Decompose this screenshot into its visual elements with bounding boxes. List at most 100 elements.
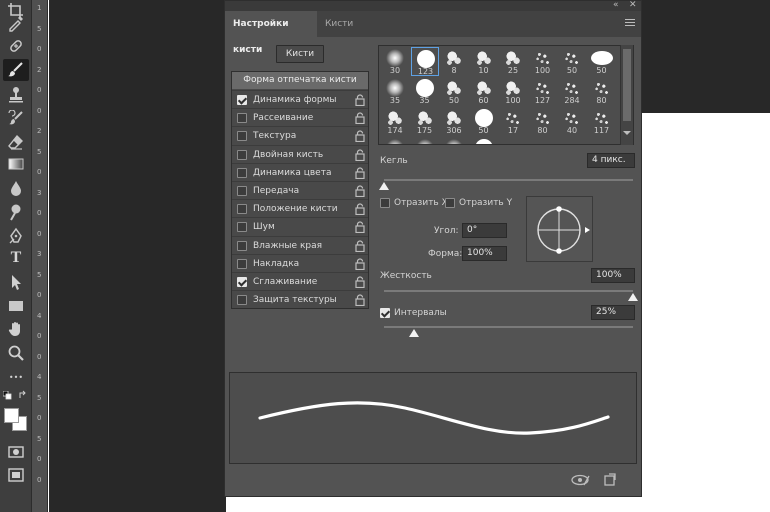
preset-grid-scrollbar[interactable] bbox=[620, 45, 633, 145]
brush-option-row[interactable]: Влажные края bbox=[232, 235, 368, 254]
brush-option-checkbox[interactable] bbox=[237, 277, 247, 287]
pen-icon[interactable] bbox=[3, 225, 29, 247]
preset-grid-scroll-thumb[interactable] bbox=[623, 49, 631, 121]
brush-preset[interactable]: 174 bbox=[381, 107, 409, 136]
history-brush-icon[interactable] bbox=[3, 108, 29, 130]
lock-icon[interactable] bbox=[355, 221, 365, 234]
brush-preset[interactable]: 8 bbox=[440, 47, 468, 76]
hardness-slider-track[interactable] bbox=[384, 290, 633, 292]
spacing-field[interactable]: 25% bbox=[591, 305, 635, 320]
swap-arrow-icon[interactable] bbox=[18, 390, 28, 400]
brush-option-checkbox[interactable] bbox=[237, 295, 247, 306]
brush-preset[interactable]: 40 bbox=[558, 107, 586, 136]
brush-preset[interactable]: 306 bbox=[440, 107, 468, 136]
lock-icon[interactable] bbox=[355, 294, 365, 307]
brush-preset[interactable]: 17 bbox=[499, 107, 527, 136]
brushes-button[interactable]: Кисти bbox=[276, 45, 324, 63]
brush-tip-shape-header[interactable]: Форма отпечатка кисти bbox=[232, 72, 368, 89]
lock-icon[interactable] bbox=[355, 276, 365, 288]
brush-option-checkbox[interactable] bbox=[237, 167, 247, 178]
zoom-icon[interactable] bbox=[3, 342, 29, 364]
brush-option-row[interactable]: Накладка bbox=[232, 253, 368, 272]
angle-roundness-widget[interactable] bbox=[526, 196, 593, 262]
brush-preset[interactable]: 50 bbox=[588, 47, 616, 76]
size-slider-knob[interactable] bbox=[379, 182, 389, 190]
foreground-color-swatch[interactable] bbox=[4, 408, 19, 423]
quick-mask-icon[interactable] bbox=[3, 441, 29, 463]
brush-option-checkbox[interactable] bbox=[237, 258, 247, 269]
brush-preset[interactable]: 50 bbox=[440, 77, 468, 106]
brush-preset[interactable]: 25 bbox=[499, 47, 527, 76]
screen-mode-icon[interactable] bbox=[3, 464, 29, 486]
lock-icon[interactable] bbox=[355, 149, 365, 161]
brush-preset[interactable]: 30 bbox=[381, 47, 409, 76]
brush-preset[interactable] bbox=[440, 137, 468, 144]
brush-option-row[interactable]: Положение кисти bbox=[232, 199, 368, 217]
lock-icon[interactable] bbox=[355, 130, 365, 143]
brush-preset[interactable]: 80 bbox=[529, 107, 557, 136]
brush-option-row[interactable]: Передача bbox=[232, 181, 368, 199]
brush-preset[interactable]: 35 bbox=[411, 77, 439, 106]
type-icon[interactable]: T bbox=[3, 247, 29, 269]
brush-option-row[interactable]: Динамика цвета bbox=[232, 162, 368, 181]
angle-field[interactable]: 0° bbox=[462, 223, 507, 238]
brush-option-checkbox[interactable] bbox=[237, 131, 247, 142]
brush-preset[interactable] bbox=[411, 137, 439, 144]
scroll-down-icon[interactable] bbox=[623, 131, 631, 135]
brush-preset[interactable] bbox=[470, 137, 498, 144]
brush-option-row[interactable]: Защита текстуры bbox=[232, 290, 368, 308]
lock-icon[interactable] bbox=[355, 203, 365, 216]
rectangle-icon[interactable] bbox=[3, 295, 29, 317]
brush-option-row[interactable]: Динамика формы bbox=[232, 90, 368, 108]
spacing-checkbox[interactable] bbox=[380, 308, 390, 318]
panel-menu-icon[interactable] bbox=[625, 19, 635, 28]
brush-preset[interactable]: 35 bbox=[381, 77, 409, 106]
brush-preset[interactable]: 123 bbox=[410, 47, 439, 76]
brush-preset[interactable]: 100 bbox=[529, 47, 557, 76]
more-tools-icon[interactable]: ••• bbox=[3, 366, 29, 388]
flip-x-checkbox[interactable] bbox=[380, 198, 390, 208]
brush-preset[interactable]: 175 bbox=[411, 107, 439, 136]
blur-drop-icon[interactable] bbox=[3, 177, 29, 199]
brush-preset[interactable] bbox=[381, 137, 409, 144]
lock-icon[interactable] bbox=[355, 94, 365, 106]
brush-preset[interactable]: 117 bbox=[588, 107, 616, 136]
brush-preset[interactable]: 10 bbox=[470, 47, 498, 76]
brush-option-row[interactable]: Двойная кисть bbox=[232, 144, 368, 163]
brush-preset[interactable]: 60 bbox=[470, 77, 498, 106]
swap-colors-icon[interactable] bbox=[2, 390, 13, 401]
healing-brush-icon[interactable] bbox=[3, 35, 29, 57]
new-brush-icon[interactable] bbox=[603, 473, 617, 487]
clone-stamp-icon[interactable] bbox=[3, 84, 29, 106]
brush-option-checkbox[interactable] bbox=[237, 149, 247, 160]
tab-brush-settings[interactable]: Настройки кисти bbox=[225, 11, 317, 55]
brush-option-checkbox[interactable] bbox=[237, 95, 247, 105]
eraser-icon[interactable] bbox=[3, 131, 29, 153]
panel-title-bar[interactable]: « ✕ bbox=[225, 0, 641, 11]
brush-option-checkbox[interactable] bbox=[237, 186, 247, 196]
flip-y-checkbox[interactable] bbox=[445, 198, 455, 208]
brush-option-row[interactable]: Рассеивание bbox=[232, 108, 368, 126]
collapse-panel-icon[interactable]: « bbox=[613, 0, 619, 10]
brush-option-checkbox[interactable] bbox=[237, 222, 247, 233]
document-canvas[interactable] bbox=[641, 113, 770, 512]
lock-icon[interactable] bbox=[355, 167, 365, 179]
brush-icon[interactable] bbox=[3, 59, 29, 81]
brush-option-row[interactable]: Сглаживание bbox=[232, 272, 368, 290]
brush-option-checkbox[interactable] bbox=[237, 240, 247, 251]
brush-option-row[interactable]: Шум bbox=[232, 217, 368, 235]
brush-option-checkbox[interactable] bbox=[237, 113, 247, 124]
size-field[interactable]: 4 пикс. bbox=[587, 153, 635, 168]
brush-option-row[interactable]: Текстура bbox=[232, 126, 368, 144]
hardness-slider-knob[interactable] bbox=[628, 293, 638, 301]
roundness-field[interactable]: 100% bbox=[462, 246, 507, 261]
lock-icon[interactable] bbox=[355, 240, 365, 252]
brush-preset[interactable]: 50 bbox=[558, 47, 586, 76]
brush-preset[interactable]: 127 bbox=[529, 77, 557, 106]
brush-option-checkbox[interactable] bbox=[237, 204, 247, 215]
brush-preset[interactable]: 284 bbox=[558, 77, 586, 106]
hardness-field[interactable]: 100% bbox=[591, 268, 635, 283]
close-panel-icon[interactable]: ✕ bbox=[629, 0, 637, 10]
tab-brushes[interactable]: Кисти bbox=[317, 11, 365, 37]
brush-preset[interactable]: 50 bbox=[470, 107, 498, 136]
